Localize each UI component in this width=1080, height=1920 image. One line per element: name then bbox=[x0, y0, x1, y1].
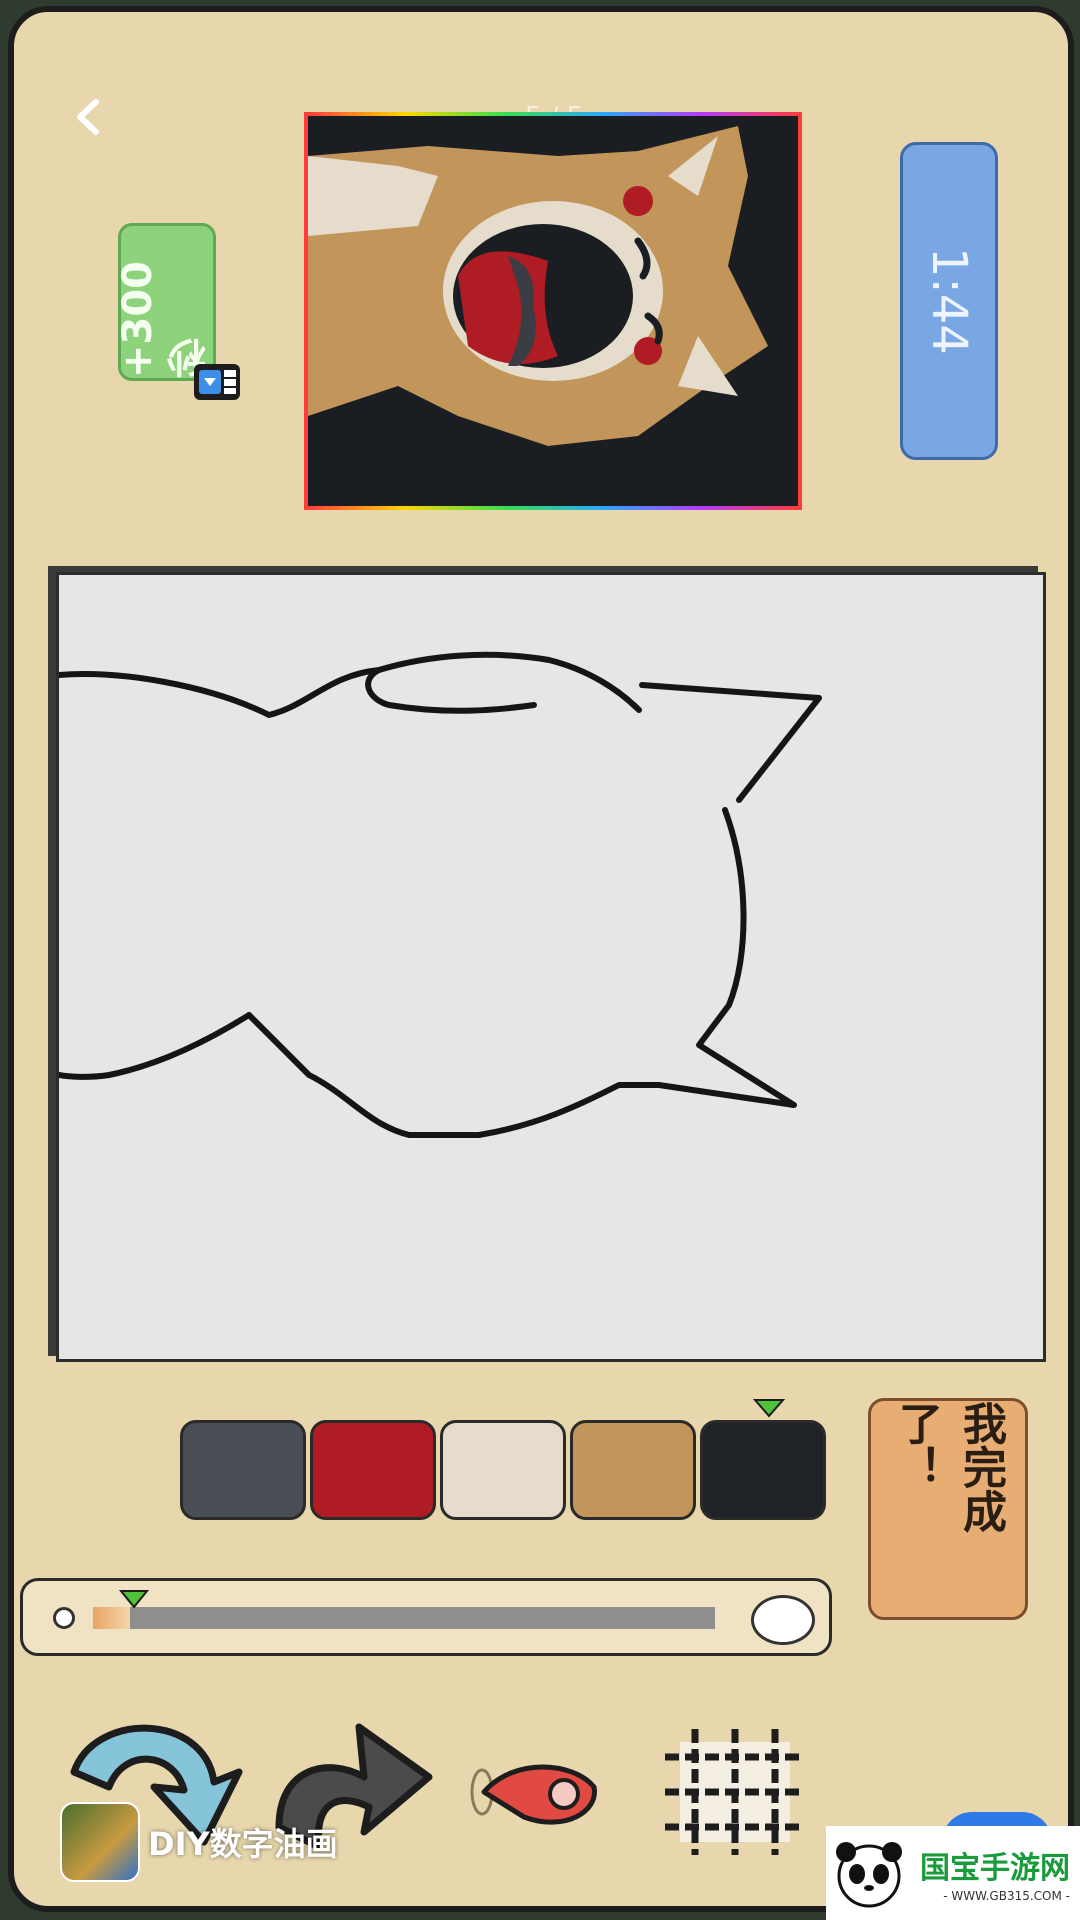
app-badge[interactable]: DIY数字油画 bbox=[60, 1802, 390, 1882]
eraser-icon[interactable] bbox=[464, 1747, 609, 1837]
color-swatch-3[interactable] bbox=[440, 1420, 566, 1520]
countdown-timer: 1:44 bbox=[900, 142, 998, 460]
back-arrow-icon[interactable] bbox=[64, 92, 114, 142]
drawing-canvas[interactable] bbox=[56, 572, 1046, 1362]
small-brush-dot-icon bbox=[53, 1607, 75, 1629]
video-ad-icon bbox=[194, 364, 240, 400]
watermark-url: - WWW.GB315.COM - bbox=[943, 1889, 1070, 1903]
bonus-time-label: +300秒 bbox=[115, 260, 213, 378]
app-icon bbox=[60, 1802, 140, 1882]
brush-size-slider[interactable] bbox=[20, 1578, 832, 1656]
reference-image bbox=[304, 112, 802, 510]
color-swatch-2[interactable] bbox=[310, 1420, 436, 1520]
done-button-label: 我完成了！ bbox=[891, 1401, 1006, 1533]
grid-icon[interactable] bbox=[660, 1727, 810, 1857]
slider-track[interactable] bbox=[93, 1607, 715, 1629]
color-palette bbox=[180, 1420, 826, 1526]
app-name: DIY数字油画 bbox=[148, 1825, 338, 1863]
shiba-dog-illustration bbox=[308, 116, 798, 506]
color-swatch-5[interactable] bbox=[700, 1420, 826, 1520]
site-watermark: 国宝手游网 - WWW.GB315.COM - bbox=[826, 1826, 1080, 1920]
timer-value: 1:44 bbox=[921, 247, 977, 355]
panda-logo-icon bbox=[836, 1842, 902, 1908]
sketch-outline bbox=[56, 651, 822, 1138]
done-button[interactable]: 我完成了！ bbox=[868, 1398, 1028, 1620]
selected-color-marker-icon bbox=[752, 1399, 786, 1418]
game-screen: 5 / 5 +300秒 1:44 bbox=[8, 6, 1074, 1912]
slider-fill bbox=[93, 1607, 130, 1629]
color-swatch-1[interactable] bbox=[180, 1420, 306, 1520]
slider-thumb-icon[interactable] bbox=[119, 1589, 149, 1609]
color-swatch-4[interactable] bbox=[570, 1420, 696, 1520]
watermark-title: 国宝手游网 bbox=[920, 1851, 1070, 1886]
bonus-time-button[interactable]: +300秒 bbox=[115, 223, 216, 381]
large-brush-dot-icon bbox=[751, 1595, 815, 1645]
